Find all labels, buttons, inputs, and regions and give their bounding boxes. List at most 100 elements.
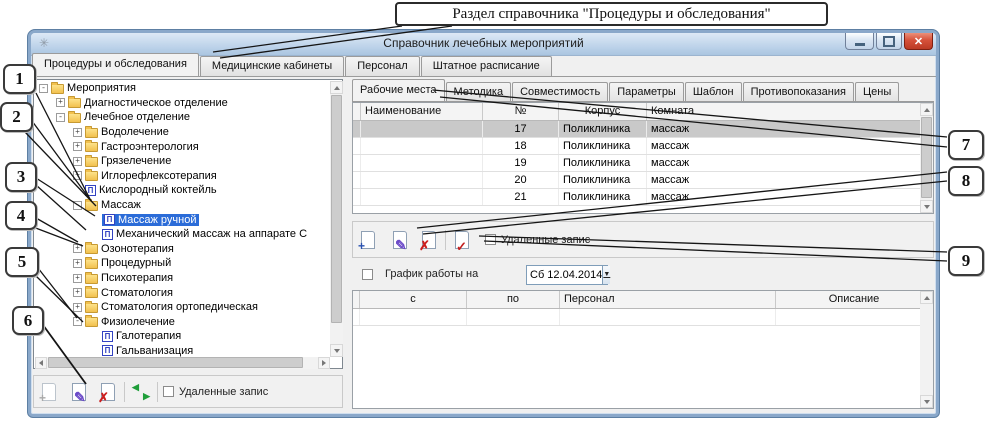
expand-icon[interactable] bbox=[73, 157, 82, 166]
scroll-down-button[interactable] bbox=[920, 395, 933, 408]
expand-icon[interactable] bbox=[56, 98, 65, 107]
tree-item[interactable]: Стоматология bbox=[35, 285, 330, 300]
dropdown-icon[interactable]: ▼ bbox=[602, 266, 610, 284]
folder-icon bbox=[68, 113, 81, 123]
tab-procedures[interactable]: Процедуры и обследования bbox=[32, 53, 199, 76]
tree-item[interactable]: Грязелечение bbox=[35, 154, 330, 169]
collapse-icon[interactable] bbox=[39, 84, 48, 93]
table-row[interactable]: 17 Поликлиника массаж bbox=[353, 121, 933, 138]
scroll-thumb[interactable] bbox=[331, 95, 342, 323]
expand-icon[interactable] bbox=[73, 171, 82, 180]
table-vscrollbar[interactable] bbox=[920, 103, 933, 213]
table-vscrollbar[interactable] bbox=[920, 291, 933, 408]
edit-record-button[interactable]: ✎ bbox=[68, 381, 90, 403]
tree-item[interactable]: Кислородный коктейль bbox=[35, 183, 330, 198]
expand-icon[interactable] bbox=[73, 303, 82, 312]
scroll-up-button[interactable] bbox=[920, 291, 933, 304]
expand-icon[interactable] bbox=[73, 274, 82, 283]
tree-vscrollbar[interactable] bbox=[330, 81, 343, 357]
tree-item[interactable]: Диагностическое отделение bbox=[35, 96, 330, 111]
page: Раздел справочника "Процедуры и обследов… bbox=[0, 0, 986, 422]
tree-item-label: Массаж ручной bbox=[118, 214, 197, 226]
callout-6: 6 bbox=[12, 306, 44, 335]
expand-icon[interactable] bbox=[73, 288, 82, 297]
col-room[interactable]: Комната bbox=[647, 103, 933, 120]
move-record-button[interactable]: ◀▶ bbox=[130, 383, 152, 401]
tree-item[interactable]: Психотерапия bbox=[35, 271, 330, 286]
table-row[interactable]: 21 Поликлиника массаж bbox=[353, 189, 933, 206]
schedule-checkbox[interactable] bbox=[362, 269, 373, 280]
col-name[interactable]: Наименование bbox=[361, 103, 483, 120]
tree-item[interactable]: Водолечение bbox=[35, 125, 330, 140]
tab-medical-rooms[interactable]: Медицинские кабинеты bbox=[200, 56, 344, 76]
tree-item[interactable]: Галотерапия bbox=[35, 329, 330, 344]
cell-name bbox=[361, 121, 483, 137]
table-row[interactable]: 18 Поликлиника массаж bbox=[353, 138, 933, 155]
tree-item[interactable]: Физиолечение bbox=[35, 315, 330, 330]
close-button[interactable]: ✕ bbox=[904, 33, 933, 50]
tree-item[interactable]: Иглорефлексотерапия bbox=[35, 169, 330, 184]
tab-personnel[interactable]: Персонал bbox=[345, 56, 420, 76]
cell-name bbox=[361, 155, 483, 171]
tree-item[interactable]: Стоматология ортопедическая bbox=[35, 300, 330, 315]
col-description[interactable]: Описание bbox=[776, 291, 933, 308]
col-to[interactable]: по bbox=[467, 291, 560, 308]
tree-item[interactable]: Гастроэнтерология bbox=[35, 139, 330, 154]
tree-panel: Мероприятия Диагностическое отделение Ле… bbox=[33, 79, 343, 369]
expand-icon[interactable] bbox=[73, 142, 82, 151]
tab-parameters[interactable]: Параметры bbox=[609, 82, 684, 101]
table-row[interactable]: 19 Поликлиника массаж bbox=[353, 155, 933, 172]
tree-item[interactable]: Мероприятия bbox=[35, 81, 330, 96]
col-number[interactable]: № bbox=[483, 103, 559, 120]
table-row[interactable] bbox=[353, 309, 933, 326]
maximize-button[interactable] bbox=[876, 33, 902, 50]
folder-icon bbox=[85, 201, 98, 211]
add-record-button[interactable]: + bbox=[38, 381, 60, 403]
table-row[interactable]: 20 Поликлиника массаж bbox=[353, 172, 933, 189]
tree-item[interactable]: Массаж bbox=[35, 198, 330, 213]
collapse-icon[interactable] bbox=[73, 201, 82, 210]
folder-icon bbox=[68, 98, 81, 108]
collapse-icon[interactable] bbox=[56, 113, 65, 122]
expand-icon[interactable] bbox=[73, 244, 82, 253]
tree-hscrollbar[interactable] bbox=[35, 357, 330, 369]
tree-item[interactable]: Озонотерапия bbox=[35, 242, 330, 257]
tab-template[interactable]: Шаблон bbox=[685, 82, 742, 101]
tree-item-selected[interactable]: Массаж ручной bbox=[35, 212, 330, 227]
tree-item[interactable]: Механический массаж на аппарате С bbox=[35, 227, 330, 242]
expand-icon[interactable] bbox=[73, 128, 82, 137]
scroll-down-button[interactable] bbox=[920, 200, 933, 213]
scroll-left-button[interactable] bbox=[35, 357, 47, 369]
col-from[interactable]: с bbox=[360, 291, 467, 308]
deleted-records-checkbox[interactable] bbox=[163, 386, 174, 397]
scroll-thumb[interactable] bbox=[921, 117, 932, 198]
tab-contraindications[interactable]: Противопоказания bbox=[743, 82, 854, 101]
edit-record-button[interactable]: ✎ bbox=[389, 229, 411, 251]
deleted-records-checkbox[interactable] bbox=[485, 234, 496, 245]
scroll-thumb[interactable] bbox=[48, 357, 303, 368]
delete-record-button[interactable]: ✗ bbox=[97, 381, 119, 403]
confirm-record-button[interactable]: ✓ bbox=[451, 229, 473, 251]
expand-icon[interactable] bbox=[73, 259, 82, 268]
scroll-down-button[interactable] bbox=[330, 344, 343, 357]
scroll-right-button[interactable] bbox=[318, 357, 330, 369]
tree-item-label: Гастроэнтерология bbox=[101, 141, 199, 153]
col-building[interactable]: Корпус bbox=[559, 103, 647, 120]
col-personnel[interactable]: Персонал bbox=[560, 291, 776, 308]
scroll-up-button[interactable] bbox=[920, 103, 933, 116]
add-record-button[interactable]: + bbox=[357, 229, 379, 251]
tab-prices[interactable]: Цены bbox=[855, 82, 899, 101]
tab-methodology[interactable]: Методика bbox=[446, 82, 512, 101]
callout-1: 1 bbox=[3, 64, 36, 94]
tree-item[interactable]: Гальванизация bbox=[35, 344, 330, 357]
tab-compatibility[interactable]: Совместимость bbox=[512, 82, 608, 101]
date-combobox[interactable]: Сб 12.04.2014 ▼ bbox=[526, 265, 608, 285]
tab-staffing[interactable]: Штатное расписание bbox=[421, 56, 552, 76]
tree-item[interactable]: Процедурный bbox=[35, 256, 330, 271]
tree-item[interactable]: Лечебное отделение bbox=[35, 110, 330, 125]
delete-record-button[interactable]: ✗ bbox=[418, 229, 440, 251]
tab-workplaces[interactable]: Рабочие места bbox=[352, 79, 445, 101]
minimize-button[interactable] bbox=[845, 33, 874, 50]
collapse-icon[interactable] bbox=[73, 317, 82, 326]
scroll-up-button[interactable] bbox=[330, 81, 343, 94]
